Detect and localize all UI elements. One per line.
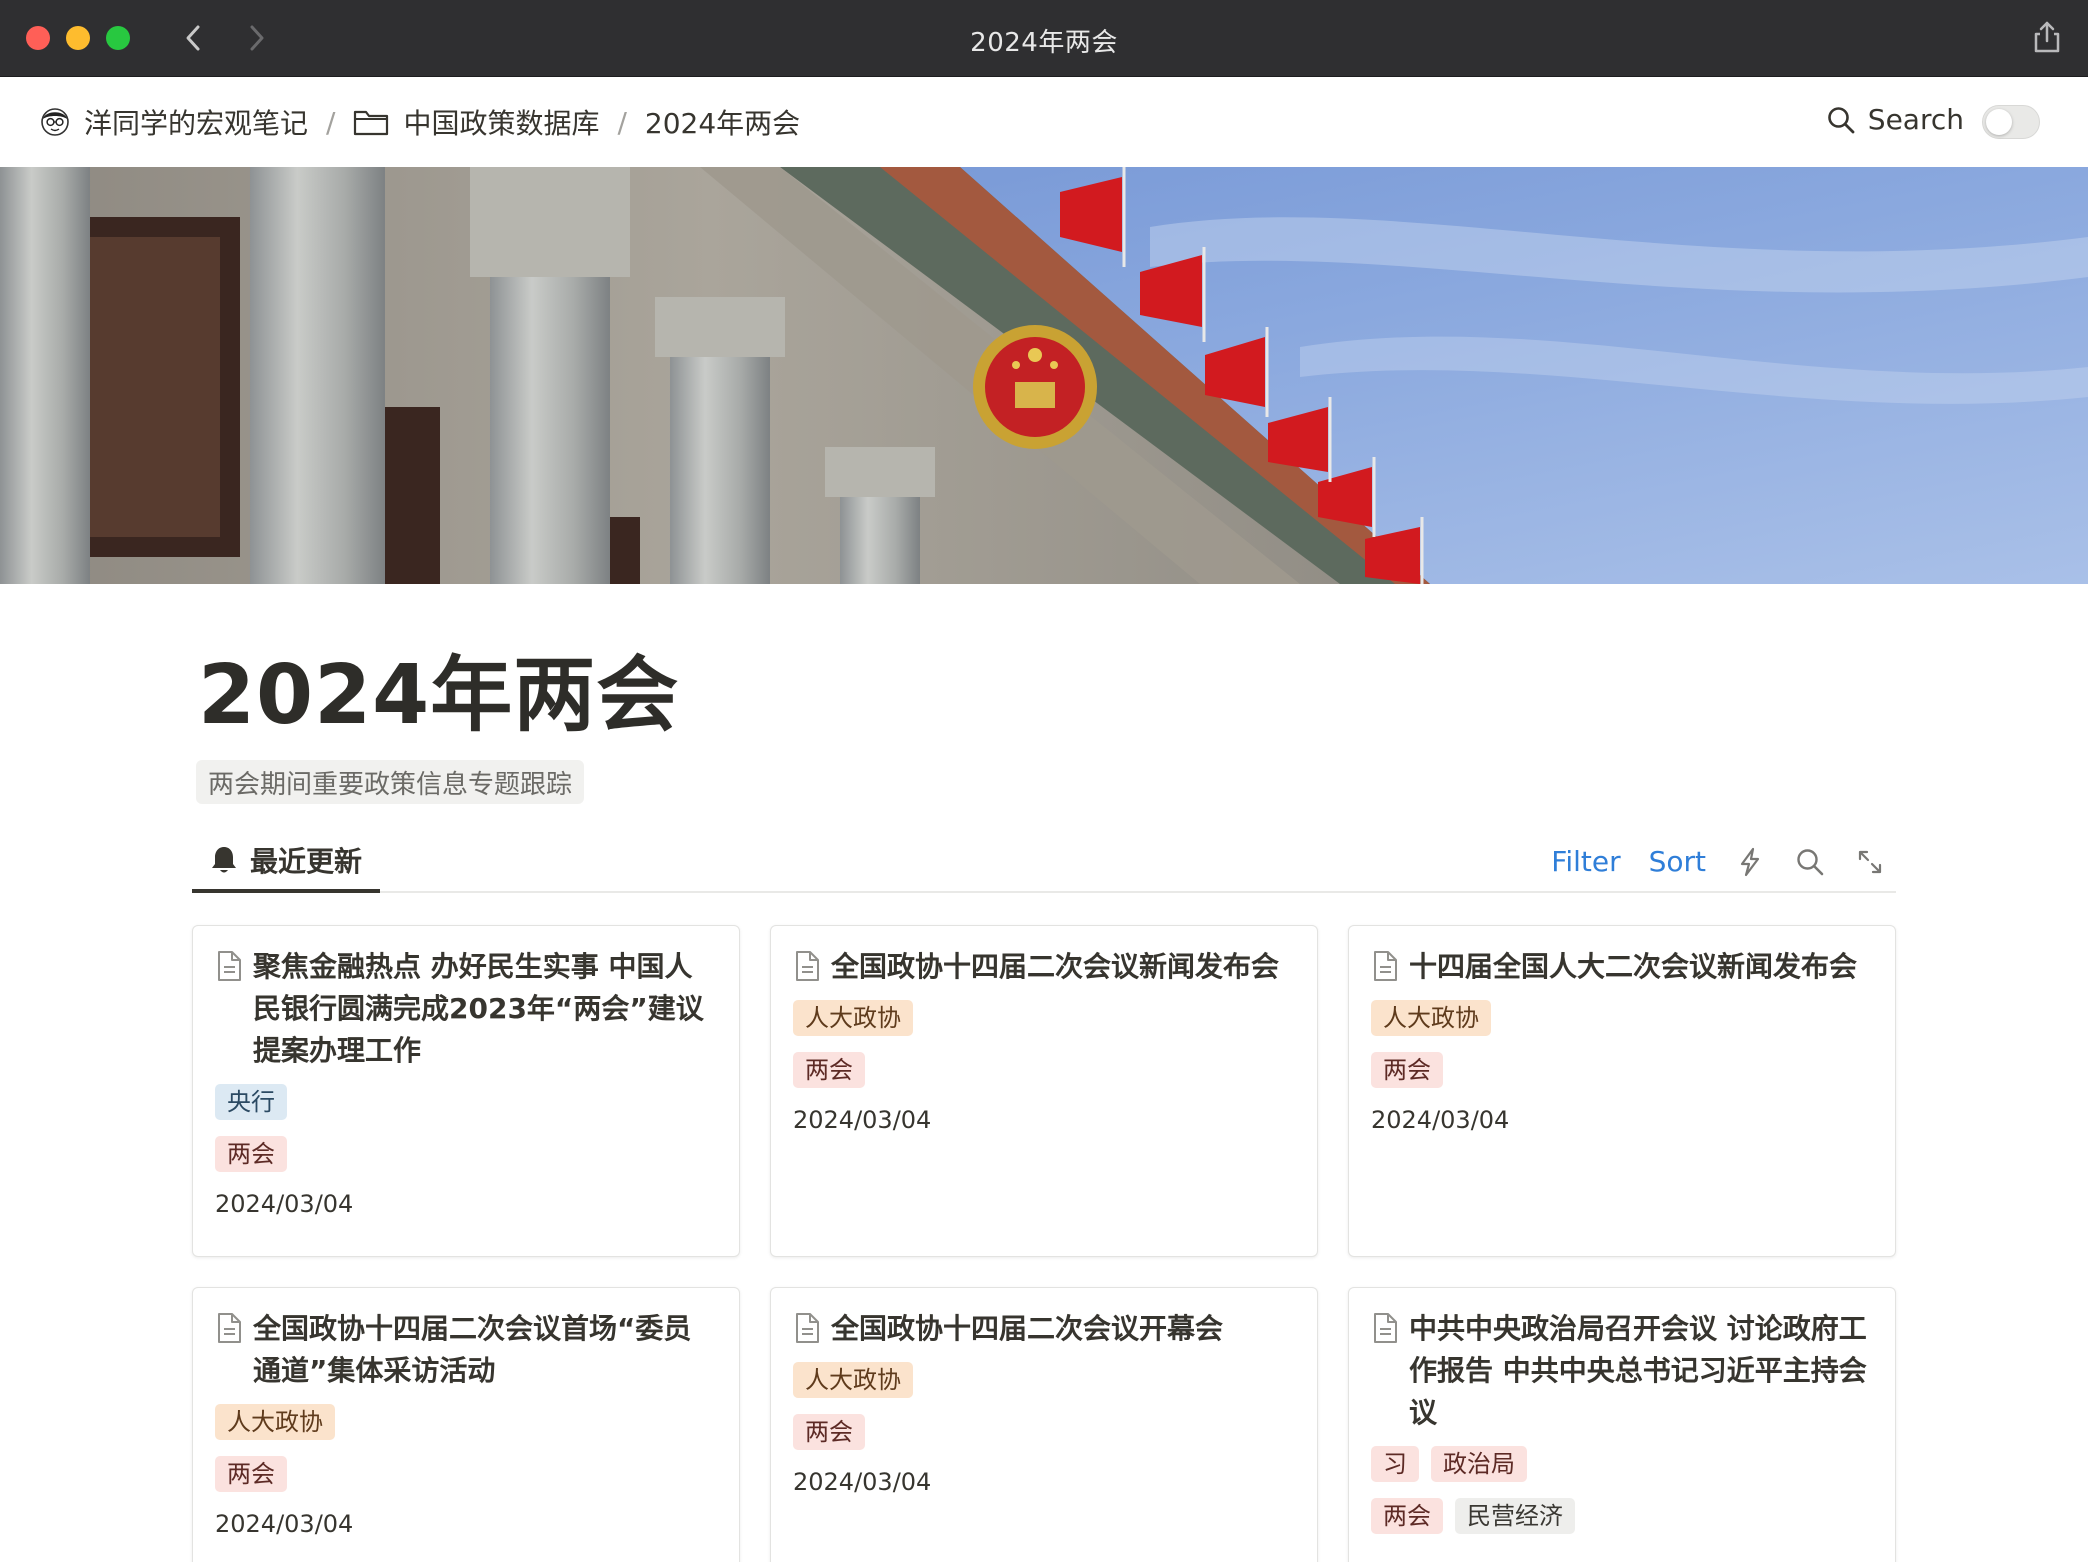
tag: 央行 — [215, 1084, 287, 1120]
search-label: Search — [1867, 103, 1964, 136]
card-date: 2024/03/04 — [215, 1190, 354, 1218]
expand-view-button[interactable] — [1854, 846, 1886, 878]
folder-icon — [354, 110, 389, 136]
document-icon — [1374, 951, 1397, 981]
search-button[interactable]: Search — [1826, 103, 1964, 136]
card-title: 全国政协十四届二次会议开幕会 — [831, 1312, 1224, 1345]
automation-button[interactable] — [1734, 846, 1766, 878]
breadcrumb: 洋同学的宏观笔记 / 中国政策数据库 / 2024年两会 — [40, 102, 800, 142]
breadcrumb-label: 中国政策数据库 — [403, 107, 600, 140]
tab-recent-updates[interactable]: 最近更新 — [192, 830, 381, 893]
tag: 民营经济 — [1455, 1498, 1575, 1534]
gallery-card[interactable]: 聚焦金融热点 办好民生实事 中国人民银行圆满完成2023年“两会”建议提案办理工… — [192, 925, 740, 1257]
tag: 人大政协 — [215, 1404, 335, 1440]
breadcrumb-item-workspace[interactable]: 洋同学的宏观笔记 — [40, 102, 308, 142]
tag: 两会 — [215, 1136, 287, 1172]
tag: 两会 — [793, 1052, 865, 1088]
breadcrumb-separator: / — [326, 105, 336, 139]
document-icon — [796, 951, 819, 981]
top-bar: 洋同学的宏观笔记 / 中国政策数据库 / 2024年两会 Search — [0, 77, 2088, 167]
search-icon — [1827, 106, 1855, 133]
breadcrumb-item-current-page[interactable]: 2024年两会 — [645, 102, 800, 142]
card-date: 2024/03/04 — [215, 1510, 354, 1538]
card-title: 全国政协十四届二次会议新闻发布会 — [831, 950, 1280, 983]
page-description: 两会期间重要政策信息专题跟踪 — [196, 760, 585, 804]
gallery-card[interactable]: 全国政协十四届二次会议开幕会 人大政协 两会 2024/03/04 — [770, 1287, 1318, 1562]
view-toolbar: Filter Sort — [1551, 830, 1896, 893]
card-title: 中共中央政治局召开会议 讨论政府工作报告 中共中央总书记习近平主持会议 — [1409, 1312, 1867, 1429]
search-icon — [1797, 848, 1824, 875]
card-date: 2024/03/04 — [793, 1468, 932, 1496]
breadcrumb-separator: / — [617, 105, 627, 139]
tag: 人大政协 — [1371, 1000, 1491, 1036]
tag: 习 — [1371, 1446, 1419, 1482]
window-titlebar: 2024年两会 — [0, 0, 2088, 77]
page-title: 2024年两会 — [198, 648, 680, 743]
database-view-bar: 最近更新 Filter Sort — [192, 830, 1896, 893]
tab-label: 最近更新 — [250, 844, 363, 878]
cover-image — [0, 167, 2088, 584]
tag: 两会 — [1371, 1498, 1443, 1534]
card-title: 聚焦金融热点 办好民生实事 中国人民银行圆满完成2023年“两会”建议提案办理工… — [253, 950, 704, 1067]
tag: 人大政协 — [793, 1362, 913, 1398]
tag: 两会 — [793, 1414, 865, 1450]
avatar — [40, 107, 70, 137]
breadcrumb-item-database[interactable]: 中国政策数据库 — [353, 102, 599, 142]
toggle-knob — [1986, 109, 2012, 135]
theme-toggle[interactable] — [1982, 105, 2040, 139]
sort-button[interactable]: Sort — [1649, 845, 1706, 878]
share-button[interactable] — [2032, 20, 2062, 54]
avatar-face-icon — [41, 108, 69, 136]
tag: 人大政协 — [793, 1000, 913, 1036]
gallery-card[interactable]: 全国政协十四届二次会议首场“委员通道”集体采访活动 人大政协 两会 2024/0… — [192, 1287, 740, 1562]
breadcrumb-label: 洋同学的宏观笔记 — [84, 107, 309, 140]
document-icon — [218, 951, 241, 981]
document-icon — [1374, 1313, 1397, 1343]
tag: 两会 — [215, 1456, 287, 1492]
tag: 政治局 — [1431, 1446, 1527, 1482]
filter-button[interactable]: Filter — [1551, 845, 1620, 878]
document-icon — [796, 1313, 819, 1343]
view-search-button[interactable] — [1794, 846, 1826, 878]
gallery-card[interactable]: 中共中央政治局召开会议 讨论政府工作报告 中共中央总书记习近平主持会议 习 政治… — [1348, 1287, 1896, 1562]
great-hall-cover-illustration — [0, 167, 2088, 584]
card-title: 十四届全国人大二次会议新闻发布会 — [1409, 950, 1858, 983]
gallery-card[interactable]: 十四届全国人大二次会议新闻发布会 人大政协 两会 2024/03/04 — [1348, 925, 1896, 1257]
tag: 两会 — [1371, 1052, 1443, 1088]
share-icon — [2034, 21, 2060, 53]
card-date: 2024/03/04 — [793, 1106, 932, 1134]
card-title: 全国政协十四届二次会议首场“委员通道”集体采访活动 — [253, 1312, 692, 1387]
bell-icon — [212, 846, 236, 872]
window-title: 2024年两会 — [970, 28, 1118, 58]
expand-arrows-icon — [1858, 850, 1882, 873]
document-icon — [218, 1313, 241, 1343]
lightning-icon — [1740, 847, 1760, 876]
folder-icon-wrap — [353, 107, 389, 137]
gallery-card[interactable]: 全国政协十四届二次会议新闻发布会 人大政协 两会 2024/03/04 — [770, 925, 1318, 1257]
card-date: 2024/03/04 — [1371, 1106, 1510, 1134]
